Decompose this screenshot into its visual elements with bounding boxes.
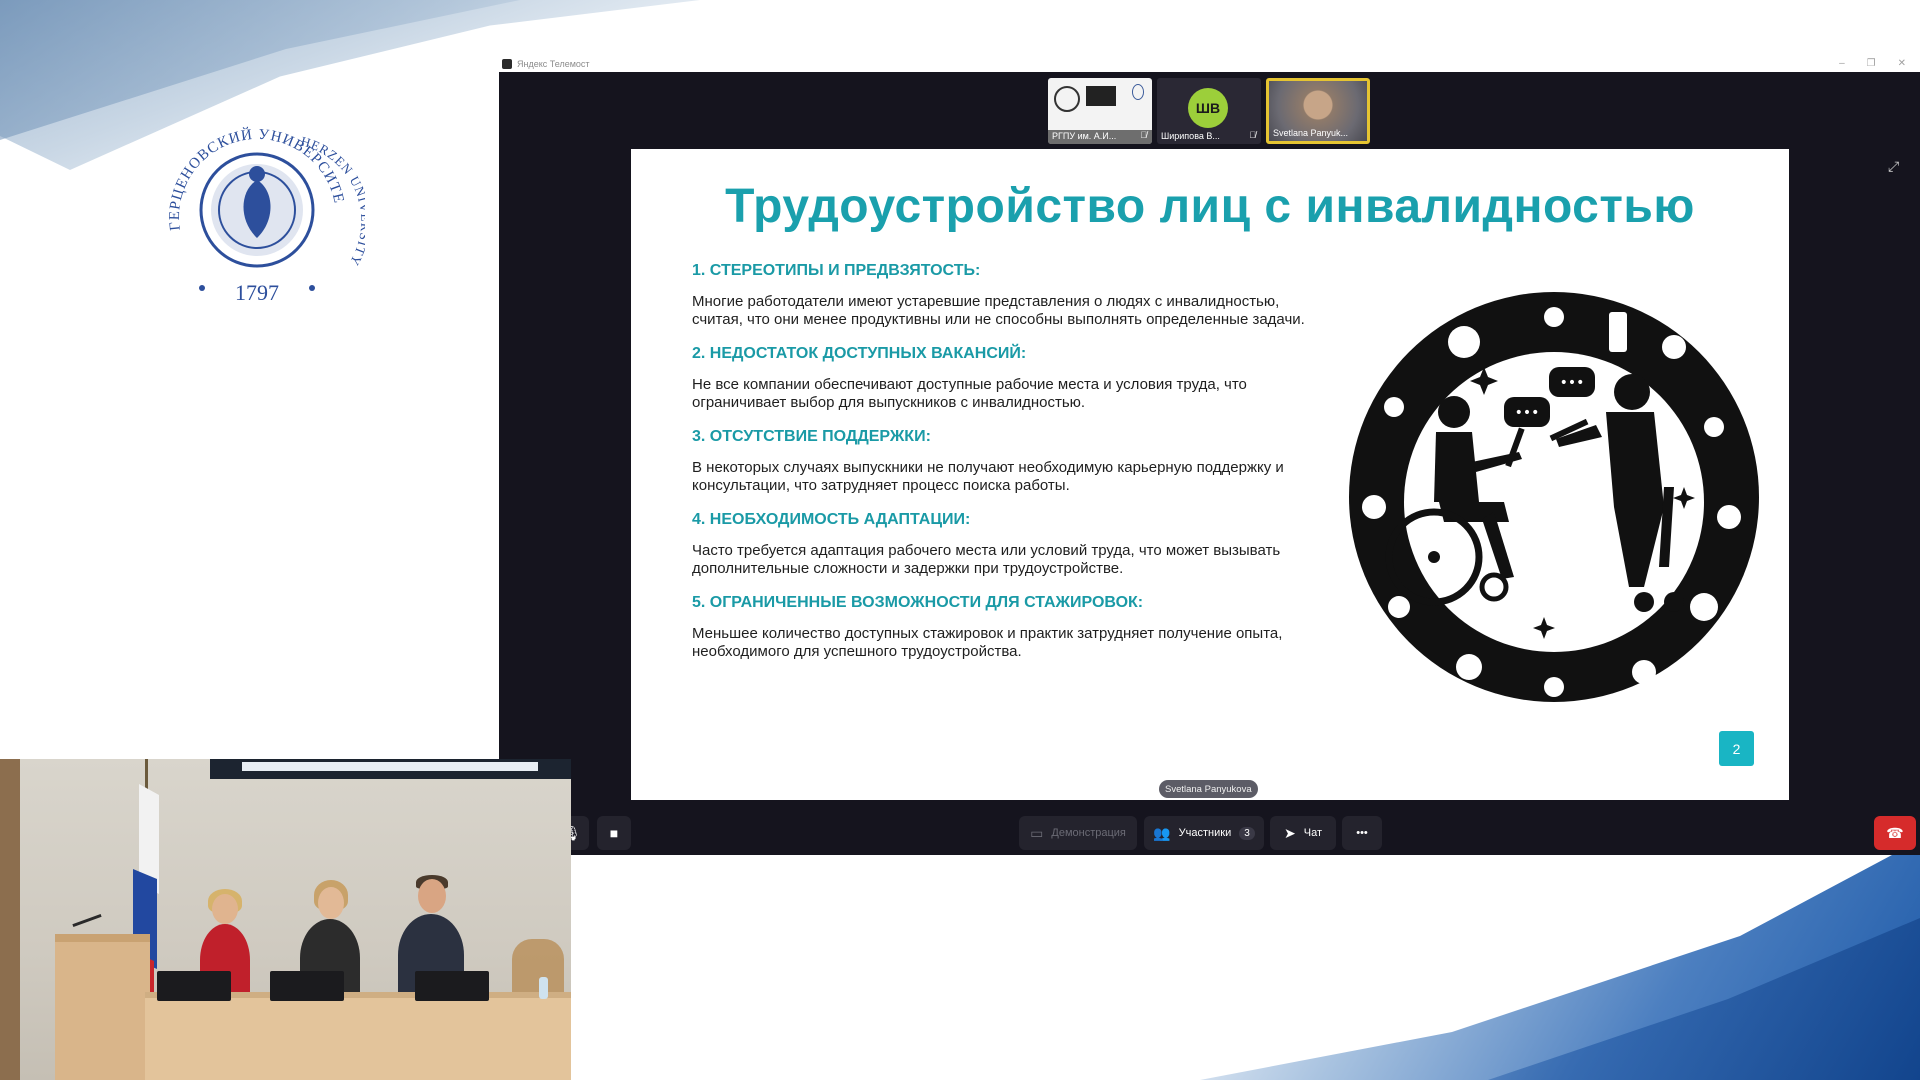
inclusion-illustration: ••• ••• [1349, 292, 1759, 702]
slide-item-text: Часто требуется адаптация рабочего места… [692, 542, 1281, 577]
slide-item-text: В некоторых случаях выпускники не получа… [692, 459, 1284, 494]
mic-off-icon: 🎙̸ [1249, 130, 1256, 140]
desk [145, 992, 571, 1080]
participant-name: Svetlana Panyuk... [1273, 128, 1349, 138]
more-options-icon: ••• [1356, 827, 1368, 839]
podium [55, 934, 150, 1080]
svg-text:•••: ••• [1515, 405, 1540, 421]
app-icon [502, 58, 512, 69]
window-controls: – ❐ ✕ [1839, 58, 1906, 69]
participant-name: Ширипова В... [1161, 131, 1220, 141]
slide-list-item: 2. НЕДОСТАТОК ДОСТУПНЫХ ВАКАНСИЙ: Не все… [692, 345, 1332, 412]
svg-text:•••: ••• [1560, 375, 1585, 391]
screen-share-button[interactable]: ▭ Демонстрация [1019, 816, 1137, 850]
window-title: Яндекс Телемост [517, 58, 590, 69]
participants-icon: 👥 [1153, 824, 1171, 841]
mic-off-icon: 🎙̸ [1140, 130, 1147, 140]
participant-tile-camera-active[interactable]: Svetlana Panyuk... [1266, 78, 1370, 144]
close-button[interactable]: ✕ [1898, 58, 1906, 69]
slide-item-text: Не все компании обеспечивают доступные р… [692, 376, 1247, 411]
end-call-button[interactable]: ☎ [1874, 816, 1916, 850]
university-logo: ГЕРЦЕНОВСКИЙ УНИВЕРСИТЕТ HERZEN UNIVERSI… [150, 110, 365, 305]
slide-item-heading: 5. ОГРАНИЧЕННЫЕ ВОЗМОЖНОСТИ ДЛЯ СТАЖИРОВ… [692, 594, 1144, 611]
screen-share-icon: ▭ [1030, 824, 1044, 841]
slide-page-number: 2 [1719, 731, 1754, 766]
presentation-slide: Трудоустройство лиц с инвалидностью 1. С… [631, 149, 1789, 800]
call-controls-bar: 🎙 ■ ▭ Демонстрация 👥 Участники 3 ➤ Чат •… [499, 810, 1920, 855]
participant-tile-screen[interactable]: РГПУ им. А.И... 🎙̸ [1048, 78, 1152, 144]
logo-year: 1797 [235, 280, 279, 305]
slide-title: Трудоустройство лиц с инвалидностью [725, 180, 1695, 233]
participant-name: РГПУ им. А.И... [1052, 131, 1117, 141]
participants-button[interactable]: 👥 Участники 3 [1144, 816, 1264, 850]
slide-list-item: 5. ОГРАНИЧЕННЫЕ ВОЗМОЖНОСТИ ДЛЯ СТАЖИРОВ… [692, 594, 1332, 661]
chat-label: Чат [1303, 827, 1322, 839]
slide-list-item: 3. ОТСУТСТВИЕ ПОДДЕРЖКИ: В некоторых слу… [692, 428, 1332, 495]
window-titlebar: Яндекс Телемост – ❐ ✕ [499, 55, 1920, 72]
chat-button[interactable]: ➤ Чат [1270, 816, 1336, 850]
maximize-button[interactable]: ❐ [1867, 58, 1876, 69]
slide-item-heading: 2. НЕДОСТАТОК ДОСТУПНЫХ ВАКАНСИЙ: [692, 345, 1027, 362]
slide-item-heading: 3. ОТСУТСТВИЕ ПОДДЕРЖКИ: [692, 428, 931, 445]
conference-window: Яндекс Телемост – ❐ ✕ РГПУ им. А.И... 🎙̸… [499, 55, 1920, 855]
participants-count-badge: 3 [1239, 826, 1255, 840]
chat-icon: ➤ [1284, 824, 1296, 841]
slide-item-text: Меньшее количество доступных стажировок … [692, 625, 1283, 660]
fullscreen-icon[interactable]: ⤢ [1888, 158, 1904, 174]
screen-share-label: Демонстрация [1051, 827, 1126, 839]
participants-label: Участники [1178, 827, 1232, 839]
slide-item-text: Многие работодатели имеют устаревшие пре… [692, 293, 1305, 328]
speaker-name-tag: Svetlana Panyukova [1159, 780, 1258, 798]
camera-toggle-button[interactable]: ■ [597, 816, 631, 850]
slide-list: 1. СТЕРЕОТИПЫ И ПРЕДВЗЯТОСТЬ: Многие раб… [692, 262, 1332, 677]
slide-item-heading: 4. НЕОБХОДИМОСТЬ АДАПТАЦИИ: [692, 511, 971, 528]
slide-list-item: 1. СТЕРЕОТИПЫ И ПРЕДВЗЯТОСТЬ: Многие раб… [692, 262, 1332, 329]
participant-tile-avatar[interactable]: ШВ Ширипова В... 🎙̸ [1157, 78, 1261, 144]
camera-icon: ■ [609, 825, 619, 841]
minimize-button[interactable]: – [1839, 58, 1845, 69]
slide-item-heading: 1. СТЕРЕОТИПЫ И ПРЕДВЗЯТОСТЬ: [692, 262, 981, 279]
room-camera-feed [0, 759, 571, 1080]
more-options-button[interactable]: ••• [1342, 816, 1382, 850]
avatar: ШВ [1188, 88, 1228, 128]
hang-up-icon: ☎ [1886, 824, 1904, 841]
participant-strip: РГПУ им. А.И... 🎙̸ ШВ Ширипова В... 🎙̸ S… [1048, 78, 1370, 144]
slide-list-item: 4. НЕОБХОДИМОСТЬ АДАПТАЦИИ: Часто требуе… [692, 511, 1332, 578]
